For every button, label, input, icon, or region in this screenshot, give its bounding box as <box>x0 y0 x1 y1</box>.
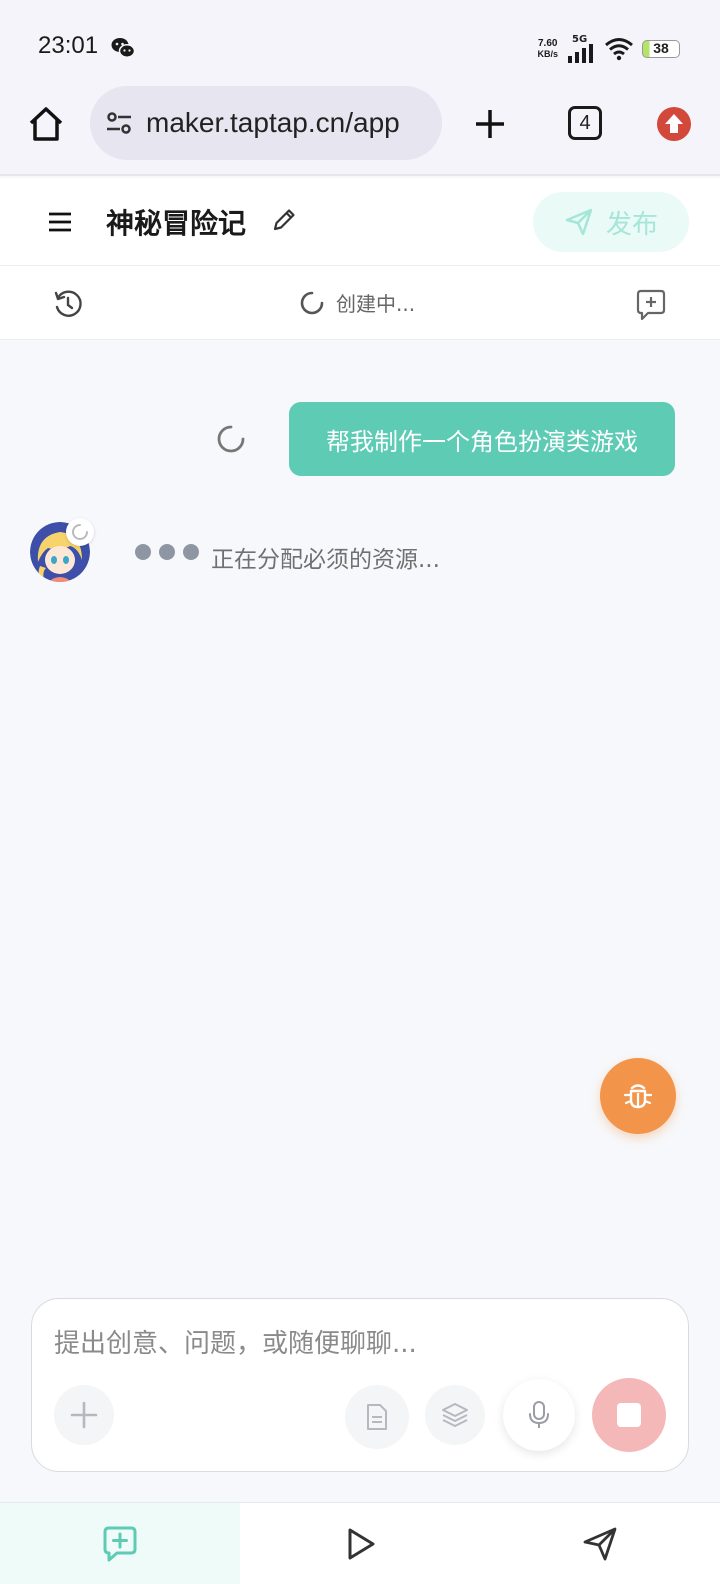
stop-generation-button[interactable] <box>592 1378 666 1452</box>
typing-indicator <box>135 544 199 560</box>
bottom-navigation <box>0 1502 720 1584</box>
app-header: 神秘冒险记 发布 <box>0 178 720 266</box>
edit-pencil-icon[interactable] <box>270 206 298 234</box>
project-title: 神秘冒险记 <box>106 207 247 240</box>
address-bar[interactable]: maker.taptap.cn/app <box>90 86 442 160</box>
nav-tab-chat[interactable] <box>0 1503 240 1584</box>
stop-icon <box>617 1403 641 1427</box>
debug-button[interactable] <box>600 1058 676 1134</box>
microphone-icon <box>529 1401 549 1428</box>
status-bar: 23:01 7.60 KB/s 5G 38 <box>0 0 720 84</box>
new-chat-icon[interactable] <box>634 288 668 322</box>
chat-composer <box>31 1298 689 1472</box>
publish-label: 发布 <box>605 209 658 240</box>
creating-status: 创建中... <box>300 288 415 317</box>
user-message-bubble: 帮我制作一个角色扮演类游戏 <box>289 402 675 476</box>
cell-signal: 5G <box>566 34 596 63</box>
chat-input[interactable] <box>54 1325 654 1363</box>
net-speed: 7.60 KB/s <box>537 38 558 60</box>
message-sending-spinner-icon <box>217 425 245 453</box>
status-time: 23:01 <box>38 32 99 59</box>
url-text[interactable]: maker.taptap.cn/app <box>146 107 400 139</box>
history-icon[interactable] <box>52 288 84 320</box>
voice-input-button[interactable] <box>503 1379 575 1451</box>
layers-button[interactable] <box>425 1385 485 1445</box>
tab-switcher-button[interactable]: 4 <box>568 106 602 140</box>
menu-icon[interactable] <box>46 208 74 236</box>
layers-icon <box>442 1403 468 1427</box>
send-icon <box>583 1527 617 1561</box>
chat-plus-icon <box>103 1526 137 1562</box>
typing-dot <box>135 544 151 560</box>
net-speed-value: 7.60 <box>538 38 558 49</box>
battery-indicator: 38 <box>642 40 680 58</box>
net-speed-unit: KB/s <box>537 49 558 59</box>
document-icon <box>367 1404 387 1430</box>
wechat-icon <box>111 38 135 58</box>
site-settings-icon[interactable] <box>104 108 134 138</box>
typing-dot <box>159 544 175 560</box>
file-button[interactable] <box>345 1385 409 1449</box>
loading-spinner-icon <box>300 291 324 314</box>
browser-toolbar: maker.taptap.cn/app 4 <box>0 84 720 176</box>
publish-button[interactable]: 发布 <box>533 192 689 252</box>
avatar-loading-icon <box>72 524 88 540</box>
wifi-icon <box>605 38 633 61</box>
avatar-status-badge <box>66 518 94 546</box>
typing-dot <box>183 544 199 560</box>
add-attachment-button[interactable] <box>54 1385 114 1445</box>
nav-tab-publish[interactable] <box>480 1503 720 1584</box>
send-icon <box>565 208 593 236</box>
signal-icon <box>568 44 593 63</box>
plus-icon <box>70 1401 98 1429</box>
nav-tab-play[interactable] <box>240 1503 480 1584</box>
status-indicators: 7.60 KB/s 5G 38 <box>537 34 680 64</box>
sub-header: 创建中... <box>0 266 720 340</box>
update-arrow-icon[interactable] <box>656 106 692 142</box>
new-tab-plus-icon[interactable] <box>470 104 510 144</box>
play-icon <box>348 1528 375 1560</box>
creating-label: 创建中... <box>336 292 416 316</box>
assistant-status-text: 正在分配必须的资源... <box>211 547 440 573</box>
home-icon[interactable] <box>26 104 66 144</box>
bug-icon <box>623 1084 653 1109</box>
